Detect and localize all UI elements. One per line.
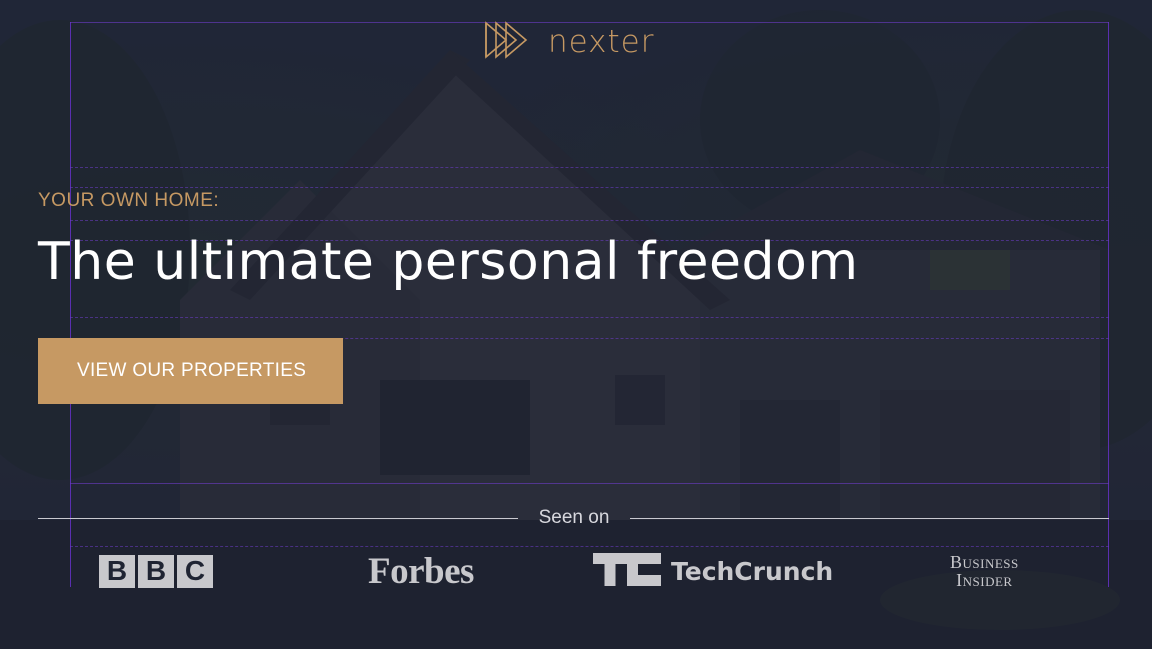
business-insider-logo: Business Insider [950,548,1019,594]
page-title: The ultimate personal freedom [38,232,859,292]
divider-line [630,518,1109,519]
techcrunch-wordmark: TechCrunch [671,556,834,586]
bbc-letter: C [177,554,213,588]
bbc-letter: B [99,554,135,588]
bbc-logo: B B C [99,548,213,594]
seen-on-divider: Seen on [38,505,1109,533]
hero-kicker: YOUR OWN HOME: [38,190,220,211]
techcrunch-logo: TechCrunch [593,548,833,594]
divider-line [38,518,518,519]
triple-play-arrows-icon [484,21,538,63]
brand-name: nexter [548,24,655,60]
business-insider-line: Insider [956,570,1013,590]
business-insider-line: Business [950,552,1019,572]
brand-logo[interactable]: nexter [484,21,655,63]
bbc-letter: B [138,554,174,588]
seen-on-label: Seen on [538,507,610,528]
forbes-logo: Forbes [368,550,474,592]
techcrunch-mark-icon [593,552,661,590]
view-properties-button[interactable]: VIEW OUR PROPERTIES [38,338,343,404]
